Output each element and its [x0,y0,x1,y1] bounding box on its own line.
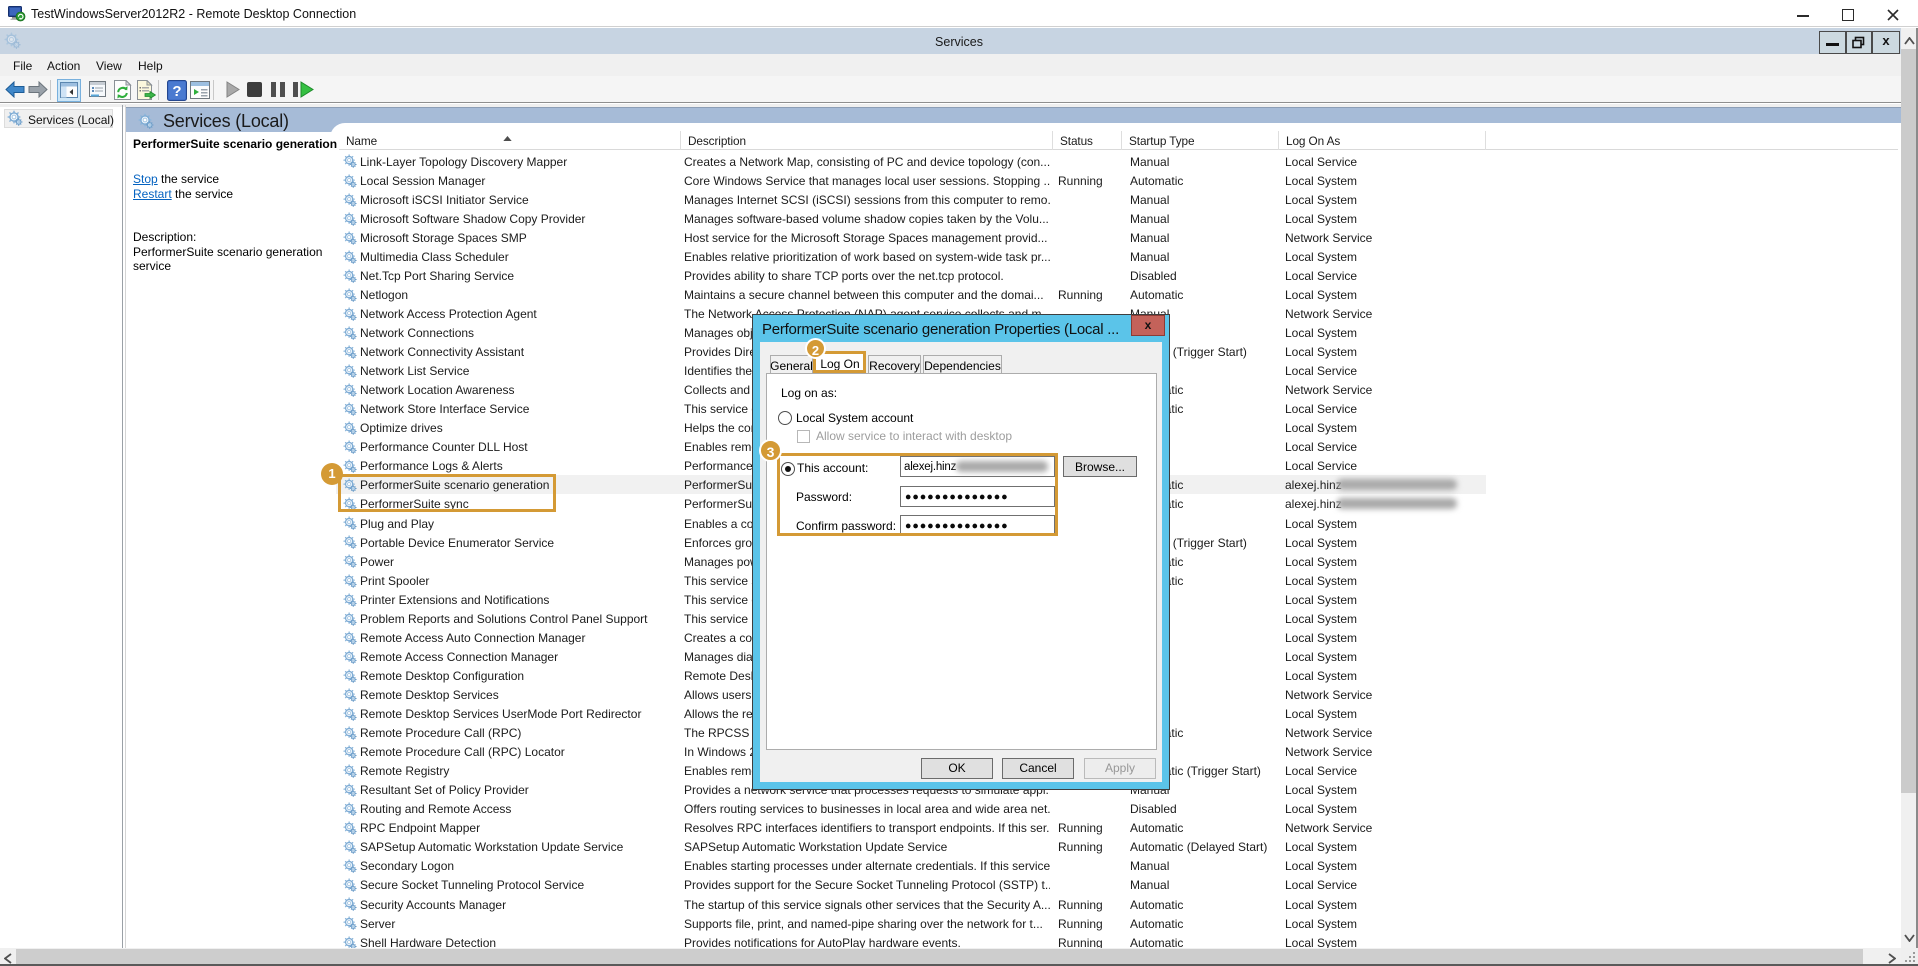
svg-text:?: ? [172,83,181,100]
